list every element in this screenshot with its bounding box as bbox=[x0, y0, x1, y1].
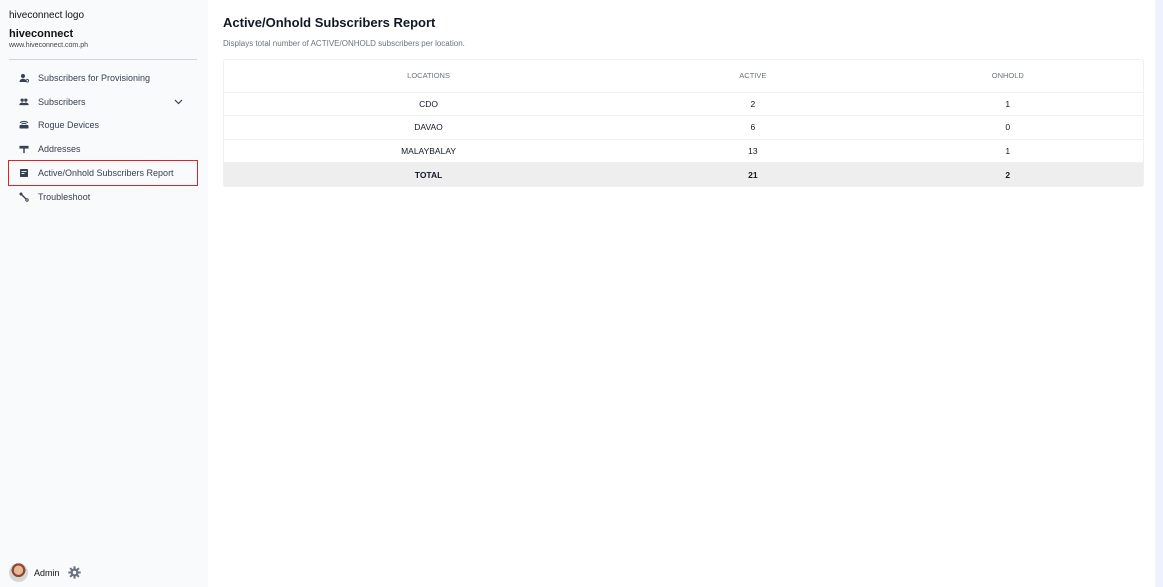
sidebar-item-subscribers[interactable]: Subscribers bbox=[9, 90, 197, 114]
scrollbar[interactable] bbox=[1155, 0, 1163, 587]
sidebar-item-active-onhold-report[interactable]: Active/Onhold Subscribers Report bbox=[8, 160, 198, 186]
cell-active: 13 bbox=[633, 139, 873, 163]
cell-active: 2 bbox=[633, 92, 873, 116]
brand-url: www.hiveconnect.com.ph bbox=[9, 42, 88, 49]
user-profile[interactable]: Admin bbox=[9, 563, 81, 582]
sidebar: hiveconnect logo hiveconnect www.hivecon… bbox=[0, 0, 208, 587]
logo: hiveconnect logo bbox=[9, 10, 85, 21]
table-row: DAVAO 6 0 bbox=[224, 115, 1143, 140]
report-table-card: LOCATIONS ACTIVE ONHOLD CDO 2 1 DAVAO 6 … bbox=[223, 59, 1144, 187]
sidebar-item-label: Active/Onhold Subscribers Report bbox=[38, 168, 174, 179]
total-label: TOTAL bbox=[224, 162, 634, 186]
table-row: CDO 2 1 bbox=[224, 92, 1143, 116]
sidebar-item-addresses[interactable]: Addresses bbox=[9, 137, 197, 161]
signpost-icon bbox=[19, 144, 29, 154]
cell-location: MALAYBALAY bbox=[224, 139, 634, 163]
person-gear-icon bbox=[19, 73, 29, 83]
chevron-down-icon[interactable] bbox=[174, 97, 183, 107]
brand-name: hiveconnect bbox=[9, 28, 74, 40]
cell-location: CDO bbox=[224, 92, 634, 116]
cell-onhold: 0 bbox=[872, 115, 1143, 140]
sidebar-item-label: Subscribers for Provisioning bbox=[38, 72, 151, 83]
total-active: 21 bbox=[633, 162, 873, 186]
table-total-row: TOTAL 21 2 bbox=[224, 162, 1143, 186]
sidebar-item-label: Subscribers bbox=[38, 96, 86, 107]
report-icon bbox=[19, 168, 29, 178]
table-header-row: LOCATIONS ACTIVE ONHOLD bbox=[224, 60, 1143, 93]
sidebar-item-subscribers-for-provisioning[interactable]: Subscribers for Provisioning bbox=[9, 66, 197, 90]
cell-active: 6 bbox=[633, 115, 873, 140]
page-description: Displays total number of ACTIVE/ONHOLD s… bbox=[223, 39, 465, 48]
sidebar-nav: Subscribers for Provisioning Subscribers… bbox=[8, 66, 198, 209]
user-name: Admin bbox=[34, 567, 60, 578]
avatar[interactable] bbox=[9, 563, 28, 582]
sidebar-item-label: Troubleshoot bbox=[38, 191, 91, 202]
table-row: MALAYBALAY 13 1 bbox=[224, 139, 1143, 163]
sidebar-item-rogue-devices[interactable]: Rogue Devices bbox=[9, 114, 197, 138]
report-table: LOCATIONS ACTIVE ONHOLD CDO 2 1 DAVAO 6 … bbox=[224, 60, 1143, 186]
divider bbox=[9, 59, 197, 60]
sidebar-item-troubleshoot[interactable]: Troubleshoot bbox=[9, 185, 197, 209]
header-locations: LOCATIONS bbox=[224, 60, 634, 93]
sidebar-item-label: Rogue Devices bbox=[38, 120, 100, 131]
header-active: ACTIVE bbox=[633, 60, 873, 93]
gear-icon[interactable] bbox=[67, 566, 81, 579]
sidebar-item-label: Addresses bbox=[38, 144, 81, 155]
router-icon bbox=[19, 120, 29, 130]
header-onhold: ONHOLD bbox=[872, 60, 1143, 93]
total-onhold: 2 bbox=[872, 162, 1143, 186]
wrench-icon bbox=[19, 192, 29, 202]
page-title: Active/Onhold Subscribers Report bbox=[223, 15, 436, 30]
cell-onhold: 1 bbox=[872, 139, 1143, 163]
people-icon bbox=[19, 97, 29, 107]
cell-location: DAVAO bbox=[224, 115, 634, 140]
cell-onhold: 1 bbox=[872, 92, 1143, 116]
